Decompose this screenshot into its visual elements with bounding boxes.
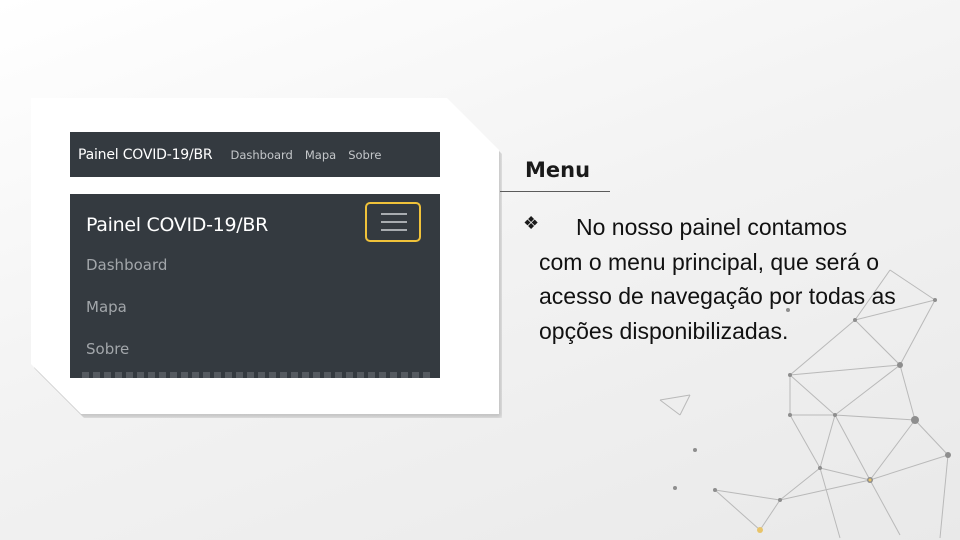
mobile-nav-item-sobre[interactable]: Sobre <box>86 340 129 358</box>
four-diamond-bullet-icon: ❖ <box>523 213 540 233</box>
mobile-nav-item-dashboard[interactable]: Dashboard <box>86 256 167 274</box>
nav-link-mapa[interactable]: Mapa <box>305 148 336 162</box>
description-paragraph: No nosso painel contamos com o menu prin… <box>539 210 939 348</box>
slide-title: Menu <box>525 158 591 182</box>
paragraph-first-line: No nosso painel contamos <box>576 214 848 240</box>
hamburger-menu-icon[interactable] <box>365 202 421 242</box>
nav-link-dashboard[interactable]: Dashboard <box>230 148 292 162</box>
navbar-brand-mobile[interactable]: Painel COVID-19/BR <box>86 214 268 236</box>
mobile-nav-item-mapa[interactable]: Mapa <box>86 298 127 316</box>
title-underline <box>500 191 610 192</box>
navbar-brand[interactable]: Painel COVID-19/BR <box>78 147 213 163</box>
cropped-content-row <box>82 372 432 378</box>
navbar-desktop-preview: Painel COVID-19/BR Dashboard Mapa Sobre <box>70 132 440 177</box>
paragraph-rest: com o menu principal, que será o acesso … <box>539 248 896 344</box>
nav-link-sobre[interactable]: Sobre <box>348 148 381 162</box>
navbar-mobile-preview: Painel COVID-19/BR Dashboard Mapa Sobre <box>70 194 440 378</box>
